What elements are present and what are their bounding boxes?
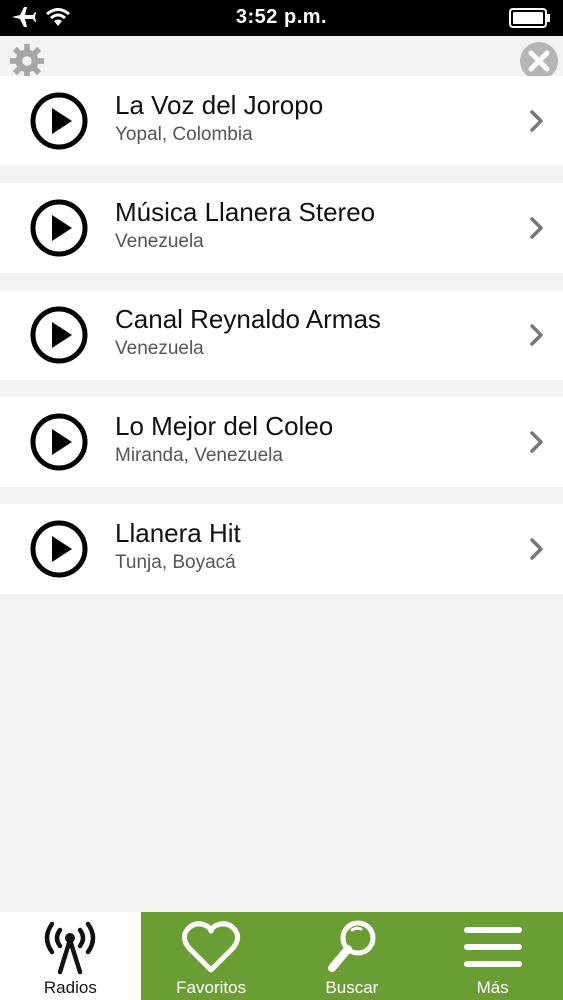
menu-icon [463,927,522,967]
play-icon[interactable] [30,199,88,257]
chevron-right-icon [530,431,543,453]
station-row[interactable]: Llanera Hit Tunja, Boyacá [0,504,563,594]
station-location: Yopal, Colombia [115,124,253,145]
station-row[interactable]: Canal Reynaldo Armas Venezuela [0,290,563,380]
tab-radios[interactable]: Radios [0,912,141,1000]
station-location: Tunja, Boyacá [115,552,236,573]
station-row[interactable]: Lo Mejor del Coleo Miranda, Venezuela [0,397,563,487]
play-icon[interactable] [30,413,88,471]
station-row[interactable]: La Voz del Joropo Yopal, Colombia [0,76,563,166]
gear-icon[interactable] [8,42,46,80]
battery-icon [509,8,550,28]
antenna-icon [45,921,96,975]
station-location: Venezuela [115,338,204,359]
station-list: La Voz del Joropo Yopal, Colombia Música… [0,76,563,611]
tab-mas[interactable]: Más [422,912,563,1000]
station-name: La Voz del Joropo [115,90,324,120]
chevron-right-icon [530,324,543,346]
station-row[interactable]: Música Llanera Stereo Venezuela [0,183,563,273]
station-name: Lo Mejor del Coleo [115,411,334,441]
status-right [509,8,551,33]
tab-label: Buscar [325,978,379,997]
heart-icon [182,921,241,973]
tab-favoritos[interactable]: Favoritos [141,912,282,1000]
status-time: 3:52 p.m. [235,6,328,28]
play-icon[interactable] [30,92,88,150]
chevron-right-icon [530,538,543,560]
tab-label: Radios [43,978,97,997]
station-name: Canal Reynaldo Armas [115,304,381,334]
station-location: Venezuela [115,231,204,252]
close-icon[interactable] [519,41,559,81]
status-bar: 3:52 p.m. [0,0,563,36]
play-icon[interactable] [30,306,88,364]
station-name: Música Llanera Stereo [115,197,376,227]
chevron-right-icon [530,110,543,132]
station-name: Llanera Hit [115,518,241,548]
chevron-right-icon [530,217,543,239]
search-icon [327,920,376,972]
tab-label: Favoritos [176,978,247,997]
tab-label: Más [476,978,509,997]
tab-bar: Radios Favoritos Buscar Más [0,912,563,1000]
tab-buscar[interactable]: Buscar [282,912,423,1000]
play-icon[interactable] [30,520,88,578]
station-location: Miranda, Venezuela [115,445,283,466]
